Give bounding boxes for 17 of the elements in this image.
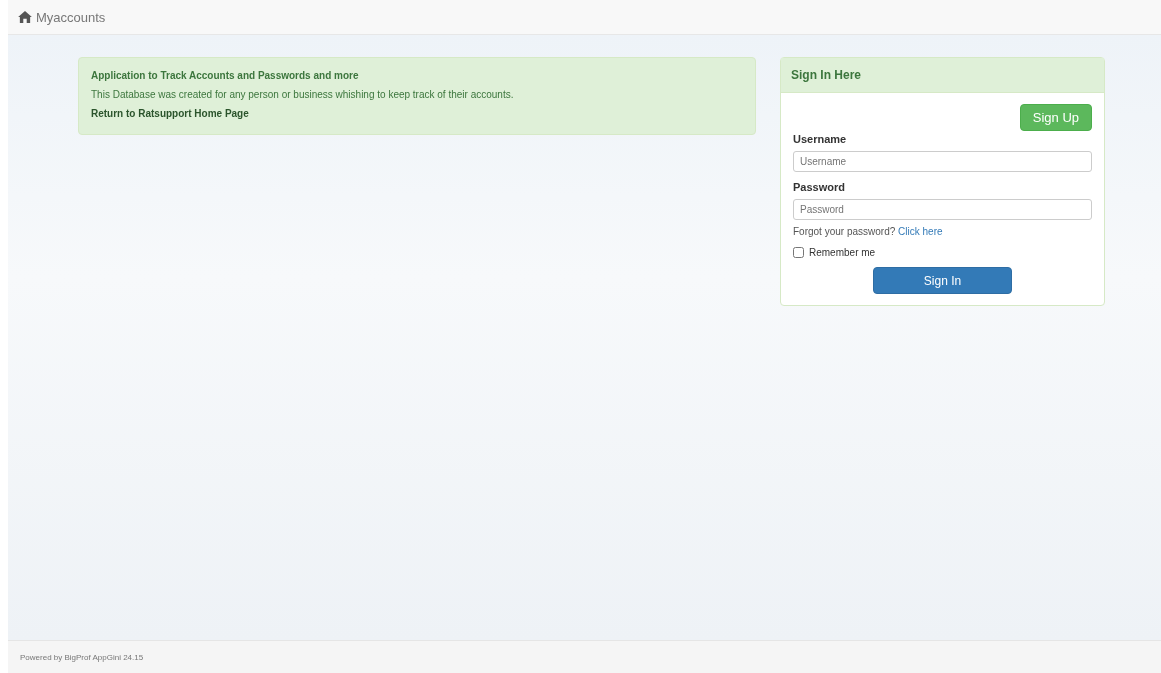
forgot-password-text: Forgot your password?: [793, 226, 896, 237]
username-field[interactable]: Username: [793, 151, 1092, 172]
sign-up-button[interactable]: Sign Up: [1019, 104, 1092, 131]
footer-text: Powered by BigProf AppGini 24.15: [20, 652, 144, 662]
password-label: Password: [793, 181, 846, 193]
remember-label: Remember me: [809, 247, 876, 258]
info-text: This Database was created for any person or business whishing to keep track of their accounts.: [91, 89, 515, 100]
home-icon: [18, 11, 32, 23]
home-link[interactable]: Myaccounts: [18, 9, 106, 25]
click-here-link[interactable]: Click here: [898, 226, 943, 237]
sign-in-button[interactable]: Sign In: [873, 267, 1012, 294]
panel-heading: Sign In Here: [781, 58, 1104, 93]
home-page-link[interactable]: Return to Ratsupport Home Page: [91, 108, 743, 119]
info-title: Application to Track Accounts and Passwords and more: [91, 70, 360, 81]
password-field[interactable]: Password: [793, 199, 1092, 220]
remember-checkbox[interactable]: [793, 247, 804, 258]
username-label: Username: [793, 133, 848, 145]
